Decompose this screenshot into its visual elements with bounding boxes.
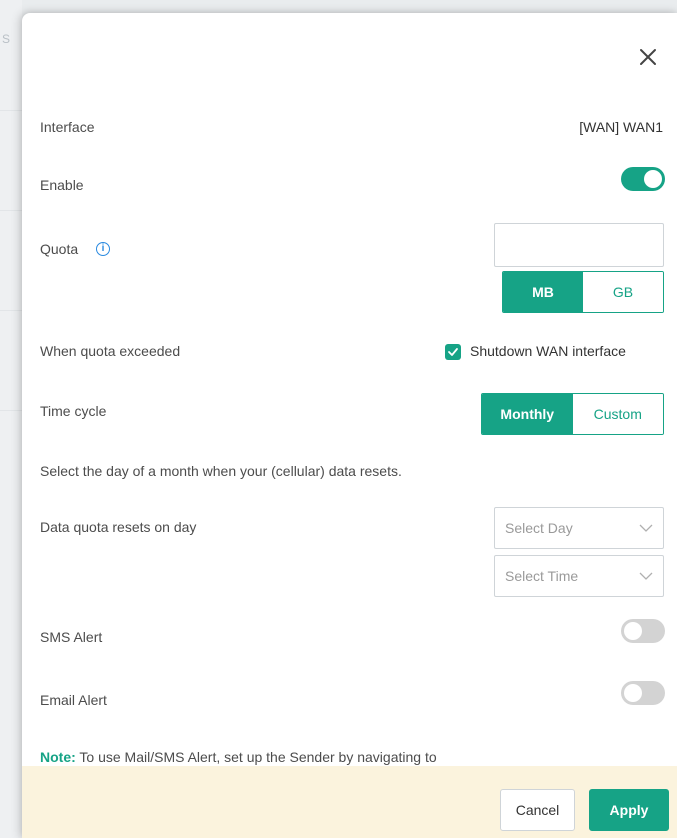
background-page: S [0, 0, 22, 838]
sms-alert-label: SMS Alert [40, 629, 103, 645]
reset-day-label: Data quota resets on day [40, 519, 197, 535]
unit-gb-button[interactable]: GB [583, 272, 663, 312]
apply-button[interactable]: Apply [589, 789, 669, 831]
interface-value: [WAN] WAN1 [579, 119, 663, 135]
toggle-knob [624, 684, 642, 702]
select-time-dropdown[interactable]: Select Time [494, 555, 664, 597]
select-day-placeholder: Select Day [505, 520, 573, 536]
quota-exceeded-label: When quota exceeded [40, 343, 181, 359]
cancel-button[interactable]: Cancel [500, 789, 575, 831]
dialog-footer: Cancel Apply [22, 766, 677, 838]
divider [0, 110, 22, 111]
toggle-knob [624, 622, 642, 640]
quota-unit-toggle: MB GB [502, 271, 664, 313]
quota-input[interactable] [494, 223, 664, 267]
close-icon[interactable] [636, 45, 660, 69]
shutdown-wan-checkbox[interactable] [445, 344, 461, 360]
alert-setup-note: Note: To use Mail/SMS Alert, set up the … [40, 749, 437, 765]
shutdown-wan-label[interactable]: Shutdown WAN interface [470, 343, 626, 359]
time-cycle-custom-button[interactable]: Custom [572, 394, 663, 434]
toggle-knob [644, 170, 662, 188]
info-icon[interactable]: i [96, 242, 110, 256]
background-text: S [2, 32, 11, 46]
email-alert-toggle[interactable] [621, 681, 665, 705]
select-time-placeholder: Select Time [505, 568, 579, 584]
check-icon [448, 348, 458, 356]
select-day-dropdown[interactable]: Select Day [494, 507, 664, 549]
enable-toggle[interactable] [621, 167, 665, 191]
divider [0, 410, 22, 411]
time-cycle-label: Time cycle [40, 403, 107, 419]
chevron-down-icon [639, 572, 653, 580]
note-key: Note: [40, 749, 76, 765]
email-alert-label: Email Alert [40, 692, 107, 708]
quota-label: Quota [40, 241, 79, 257]
divider [0, 310, 22, 311]
time-cycle-monthly-button[interactable]: Monthly [482, 394, 573, 434]
divider [0, 210, 22, 211]
unit-mb-button[interactable]: MB [503, 272, 583, 312]
sms-alert-toggle[interactable] [621, 619, 665, 643]
chevron-down-icon [639, 524, 653, 532]
time-cycle-toggle: Monthly Custom [481, 393, 664, 435]
note-text: To use Mail/SMS Alert, set up the Sender… [75, 749, 437, 765]
enable-label: Enable [40, 177, 84, 193]
wan-data-budget-dialog: Interface [WAN] WAN1 Enable Quota i MB G… [22, 13, 677, 838]
interface-label: Interface [40, 119, 95, 135]
reset-help-text: Select the day of a month when your (cel… [40, 463, 402, 479]
